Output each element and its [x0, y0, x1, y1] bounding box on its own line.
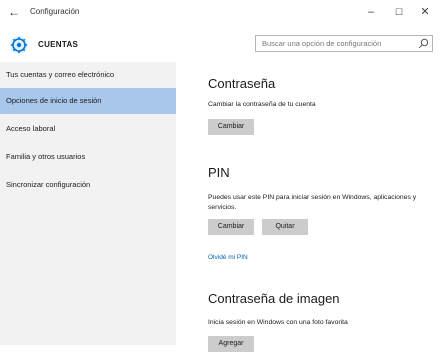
sidebar-item-sync-settings[interactable]: Sincronizar configuración — [0, 172, 176, 198]
search-box[interactable] — [255, 35, 433, 52]
main-content: Contraseña Cambiar la contraseña de tu c… — [176, 62, 441, 352]
password-heading: Contraseña — [208, 76, 276, 91]
change-password-button[interactable]: Cambiar — [208, 119, 254, 135]
add-picture-password-button[interactable]: Agregar — [208, 336, 254, 352]
section-title: CUENTAS — [38, 40, 79, 49]
minimize-button[interactable]: – — [360, 4, 382, 20]
search-icon[interactable] — [418, 38, 429, 49]
sidebar-item-sign-in-options[interactable]: Opciones de inicio de sesión — [0, 88, 176, 114]
password-description: Cambiar la contraseña de tu cuenta — [208, 101, 316, 108]
picture-password-heading: Contraseña de imagen — [208, 291, 340, 306]
pin-description: Puedes usar este PIN para iniciar sesión… — [208, 194, 417, 211]
change-pin-button[interactable]: Cambiar — [208, 219, 254, 235]
pin-heading: PIN — [208, 165, 230, 180]
back-arrow-icon: ← — [8, 5, 20, 19]
gear-icon — [9, 35, 29, 55]
sidebar: Tus cuentas y correo electrónico Opcione… — [0, 62, 176, 345]
close-button[interactable]: ✕ — [414, 4, 436, 20]
search-input[interactable] — [262, 36, 410, 51]
back-button[interactable]: ← — [5, 3, 23, 21]
forgot-pin-link[interactable]: Olvidé mi PIN — [208, 254, 248, 261]
sidebar-item-family-users[interactable]: Familia y otros usuarios — [0, 144, 176, 170]
picture-password-description: Inicia sesión en Windows con una foto fa… — [208, 319, 348, 326]
sidebar-item-accounts-email[interactable]: Tus cuentas y correo electrónico — [0, 62, 176, 88]
settings-header: CUENTAS — [0, 26, 441, 62]
window-title: Configuración — [30, 7, 80, 16]
title-bar: ← Configuración – ☐ ✕ — [0, 0, 441, 26]
sidebar-item-work-access[interactable]: Acceso laboral — [0, 116, 176, 142]
maximize-button[interactable]: ☐ — [388, 4, 410, 20]
remove-pin-button[interactable]: Quitar — [262, 219, 308, 235]
